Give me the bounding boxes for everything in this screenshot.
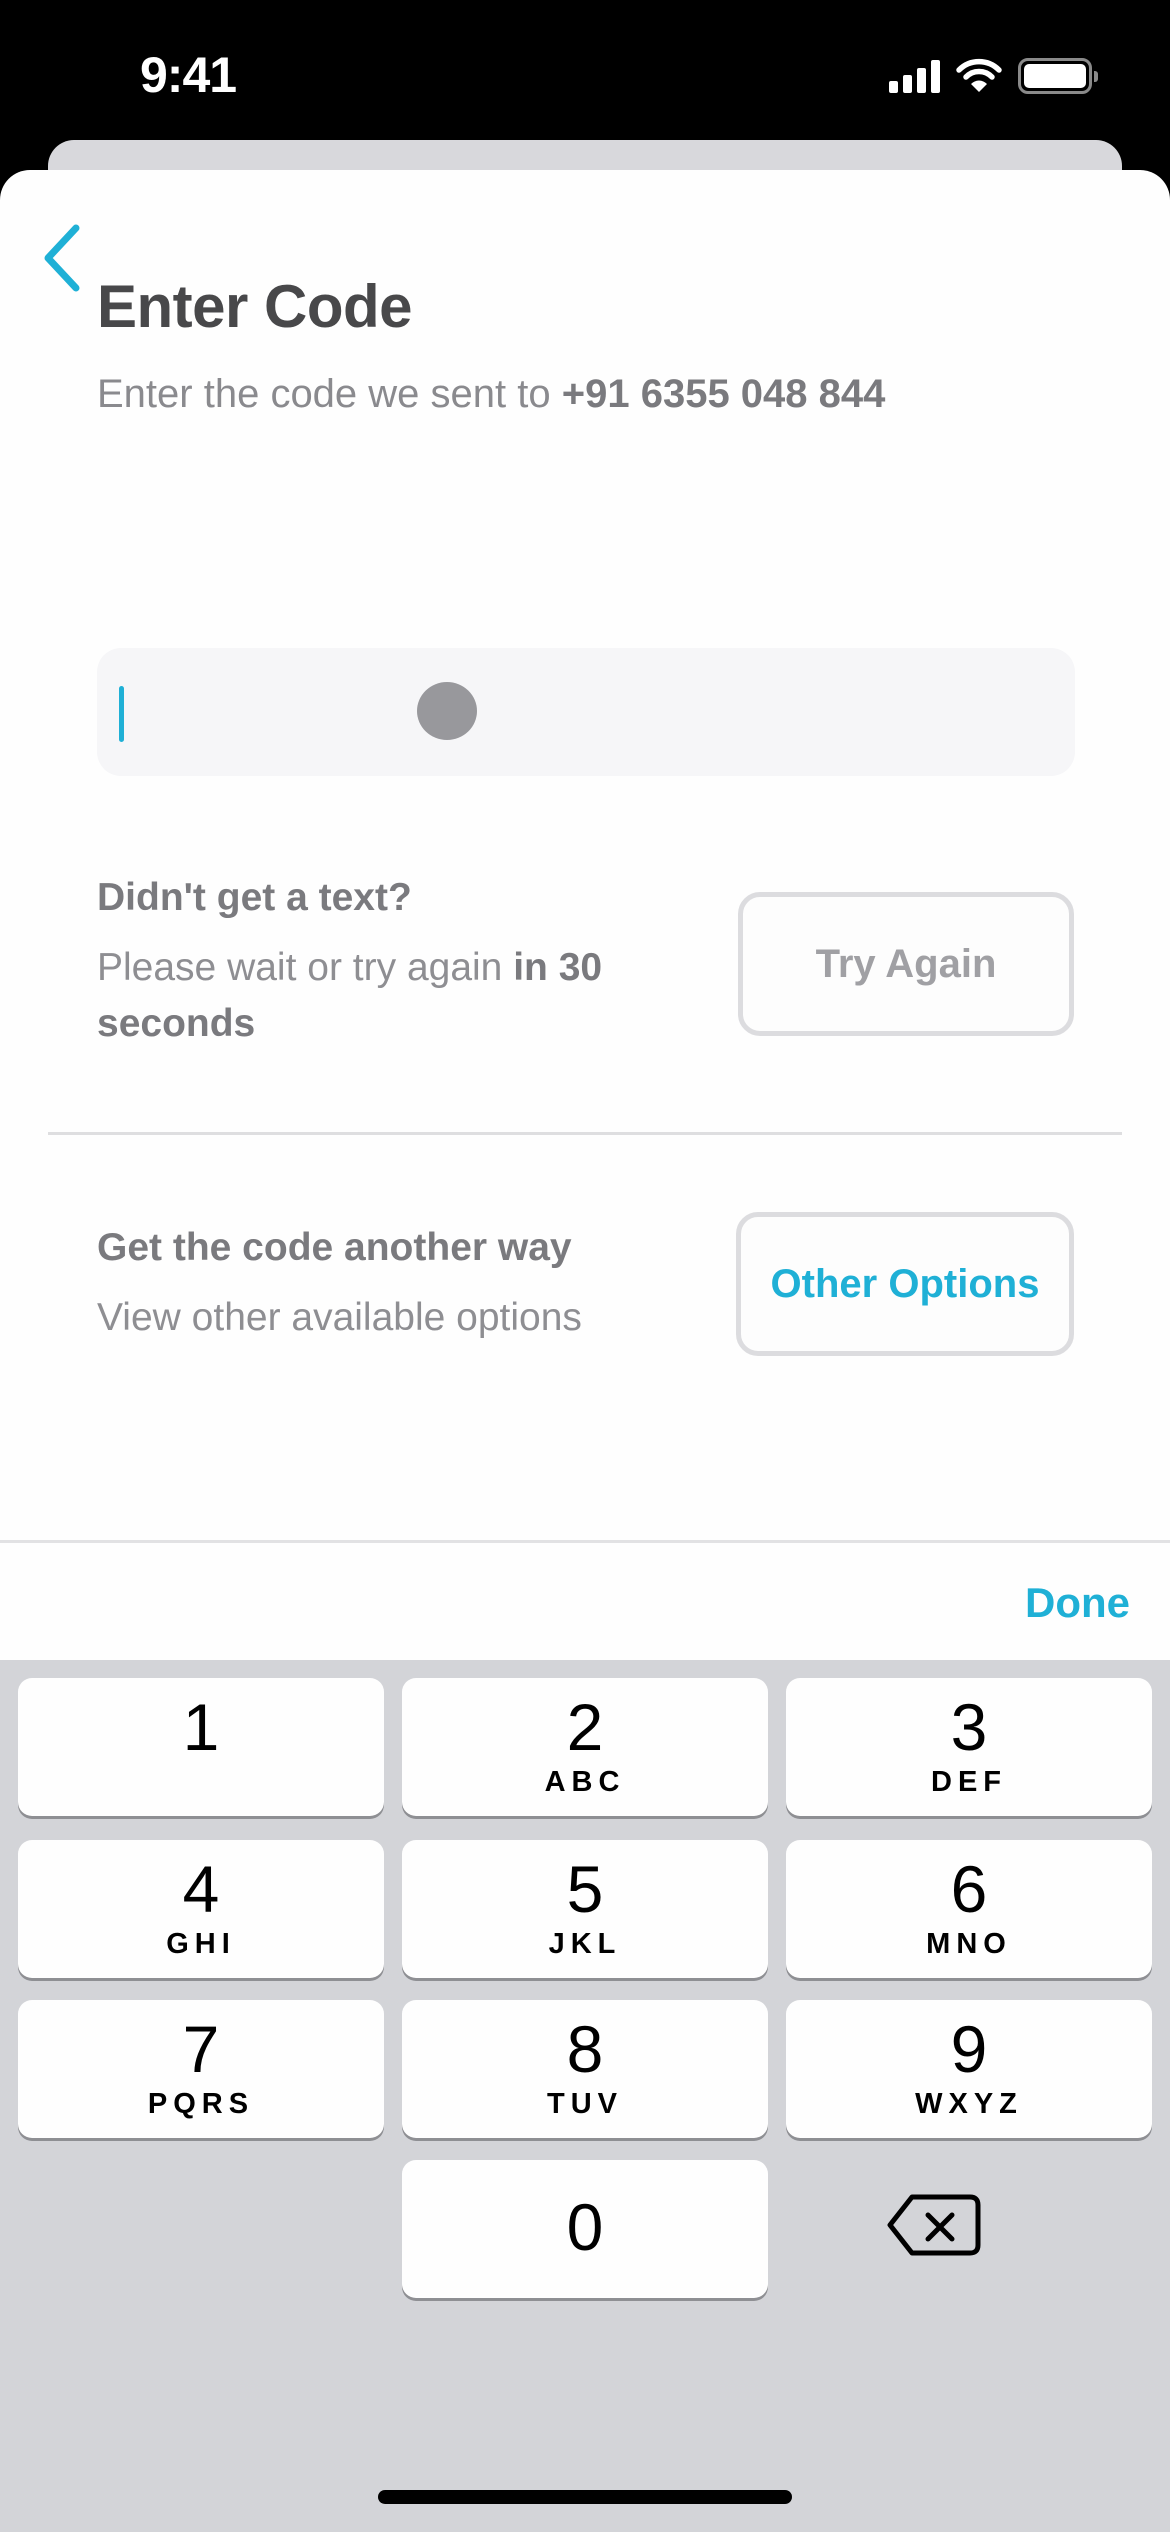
done-button[interactable]: Done: [1025, 1579, 1130, 1627]
keyboard-toolbar: Done: [0, 1540, 1170, 1660]
key-letters: ABC: [544, 1766, 626, 1798]
resend-label: Didn't get a text?: [97, 876, 412, 919]
key-digit: 0: [566, 2190, 604, 2264]
delete-key[interactable]: [880, 2180, 990, 2270]
battery-icon: [1018, 58, 1098, 94]
key-digit: 3: [950, 1690, 988, 1764]
key-7[interactable]: 7 PQRS: [18, 2000, 384, 2138]
resend-countdown: in 30: [513, 946, 603, 989]
key-digit: 4: [182, 1852, 220, 1926]
key-0[interactable]: 0: [402, 2160, 768, 2298]
key-8[interactable]: 8 TUV: [402, 2000, 768, 2138]
key-digit: 5: [566, 1852, 604, 1926]
touch-indicator: [417, 682, 477, 740]
other-options-button[interactable]: Other Options: [736, 1212, 1074, 1356]
chevron-left-icon: [44, 224, 80, 292]
key-3[interactable]: 3 DEF: [786, 1678, 1152, 1816]
page-title: Enter Code: [97, 273, 413, 340]
alternate-label: Get the code another way: [97, 1226, 572, 1269]
key-letters: GHI: [166, 1928, 236, 1960]
resend-description: Please wait or try again in 30 seconds: [97, 940, 697, 1052]
status-bar: 9:41: [0, 0, 1170, 140]
home-indicator[interactable]: [378, 2490, 792, 2504]
section-divider: [48, 1132, 1122, 1135]
phone-number: +91 6355 048 844: [561, 372, 886, 416]
key-6[interactable]: 6 MNO: [786, 1840, 1152, 1978]
key-letters: PQRS: [147, 2088, 255, 2120]
key-1[interactable]: 1: [18, 1678, 384, 1816]
key-digit: 8: [566, 2012, 604, 2086]
key-4[interactable]: 4 GHI: [18, 1840, 384, 1978]
code-input[interactable]: [97, 648, 1075, 776]
key-9[interactable]: 9 WXYZ: [786, 2000, 1152, 2138]
key-digit: 9: [950, 2012, 988, 2086]
key-letters: WXYZ: [915, 2088, 1023, 2120]
status-time: 9:41: [140, 47, 237, 103]
text-cursor: [119, 686, 124, 742]
try-again-button[interactable]: Try Again: [738, 892, 1074, 1036]
key-2[interactable]: 2 ABC: [402, 1678, 768, 1816]
key-digit: 7: [182, 2012, 220, 2086]
backspace-icon: [887, 2194, 981, 2256]
key-digit: 6: [950, 1852, 988, 1926]
key-digit: 2: [566, 1690, 604, 1764]
key-digit: 1: [182, 1690, 220, 1764]
alternate-description: View other available options: [97, 1296, 582, 1339]
back-button[interactable]: [36, 218, 96, 298]
key-5[interactable]: 5 JKL: [402, 1840, 768, 1978]
key-letters: TUV: [547, 2088, 623, 2120]
key-letters: MNO: [926, 1928, 1012, 1960]
key-letters: DEF: [931, 1766, 1007, 1798]
code-sent-message: Enter the code we sent to +91 6355 048 8…: [97, 372, 885, 417]
subtitle-prefix: Enter the code we sent to: [97, 372, 562, 416]
resend-desc-prefix: Please wait or try again: [97, 946, 514, 989]
status-icons: [889, 58, 1098, 94]
resend-desc-suffix: seconds: [97, 1002, 256, 1045]
key-letters: JKL: [548, 1928, 622, 1960]
cellular-signal-icon: [889, 59, 940, 93]
wifi-icon: [956, 58, 1002, 92]
